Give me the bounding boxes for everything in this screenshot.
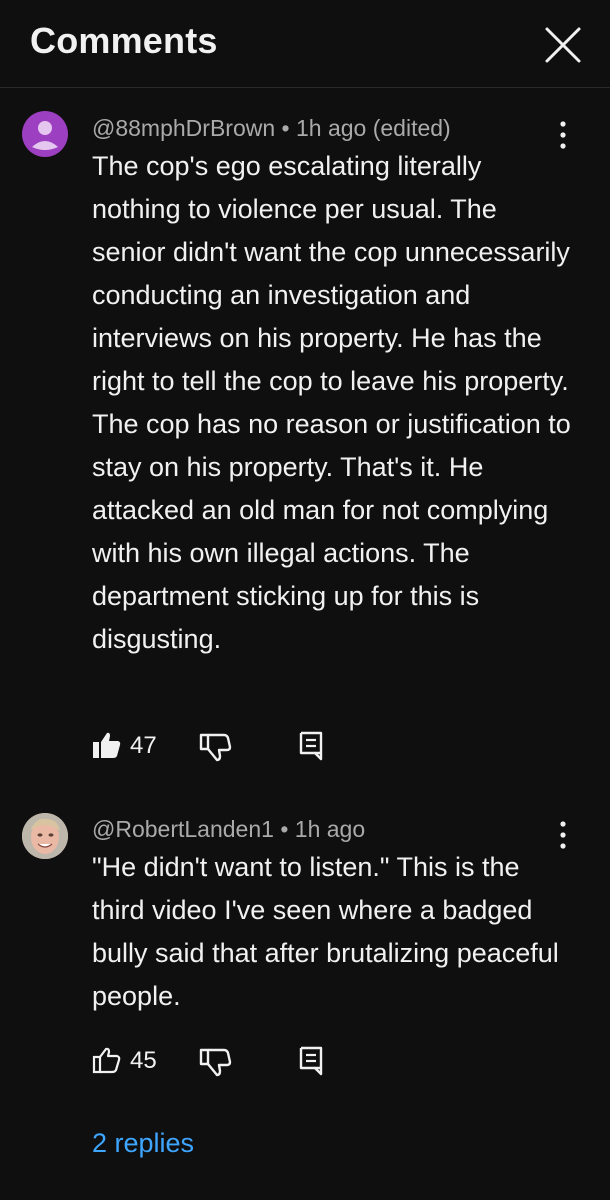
page-title: Comments: [30, 20, 218, 61]
view-replies-link[interactable]: 2 replies: [92, 1128, 194, 1159]
comment-time: 1h ago: [294, 816, 366, 842]
avatar[interactable]: [22, 813, 68, 859]
thumbs-up-icon: [92, 1047, 121, 1074]
close-icon: [545, 27, 581, 63]
thumbs-up-filled-icon: [93, 732, 121, 758]
like-button[interactable]: 47: [92, 725, 162, 765]
comment-meta: @88mphDrBrown • 1h ago (edited): [92, 115, 451, 142]
comment-actions: 47: [92, 725, 392, 765]
meta-separator: •: [280, 816, 289, 842]
comment-author[interactable]: @88mphDrBrown: [92, 115, 275, 141]
thumbs-down-icon: [199, 733, 232, 762]
avatar[interactable]: [22, 111, 68, 157]
dislike-button[interactable]: [198, 1044, 232, 1078]
default-avatar-icon: [32, 121, 58, 150]
profile-photo-icon: [22, 813, 68, 859]
reply-comment-icon: [299, 1046, 323, 1076]
thumbs-down-icon: [199, 1048, 232, 1077]
like-count: 45: [130, 1047, 157, 1074]
reply-button[interactable]: [296, 729, 326, 761]
comment-text: "He didn't want to listen." This is the …: [92, 852, 559, 1011]
comments-header: Comments: [0, 0, 610, 88]
reply-comment-icon: [299, 731, 323, 761]
like-button[interactable]: 45: [92, 1040, 162, 1080]
dislike-button[interactable]: [198, 729, 232, 763]
comment-meta: @RobertLanden1 • 1h ago: [92, 816, 365, 843]
like-count: 47: [130, 732, 157, 759]
comment-actions: 45: [92, 1040, 392, 1080]
reply-button[interactable]: [296, 1044, 326, 1076]
comment-time: 1h ago (edited): [295, 115, 451, 141]
meta-separator: •: [281, 115, 290, 141]
comment-text: The cop's ego escalating literally nothi…: [92, 151, 571, 654]
comment-author[interactable]: @RobertLanden1: [92, 816, 274, 842]
close-button[interactable]: [540, 22, 586, 68]
